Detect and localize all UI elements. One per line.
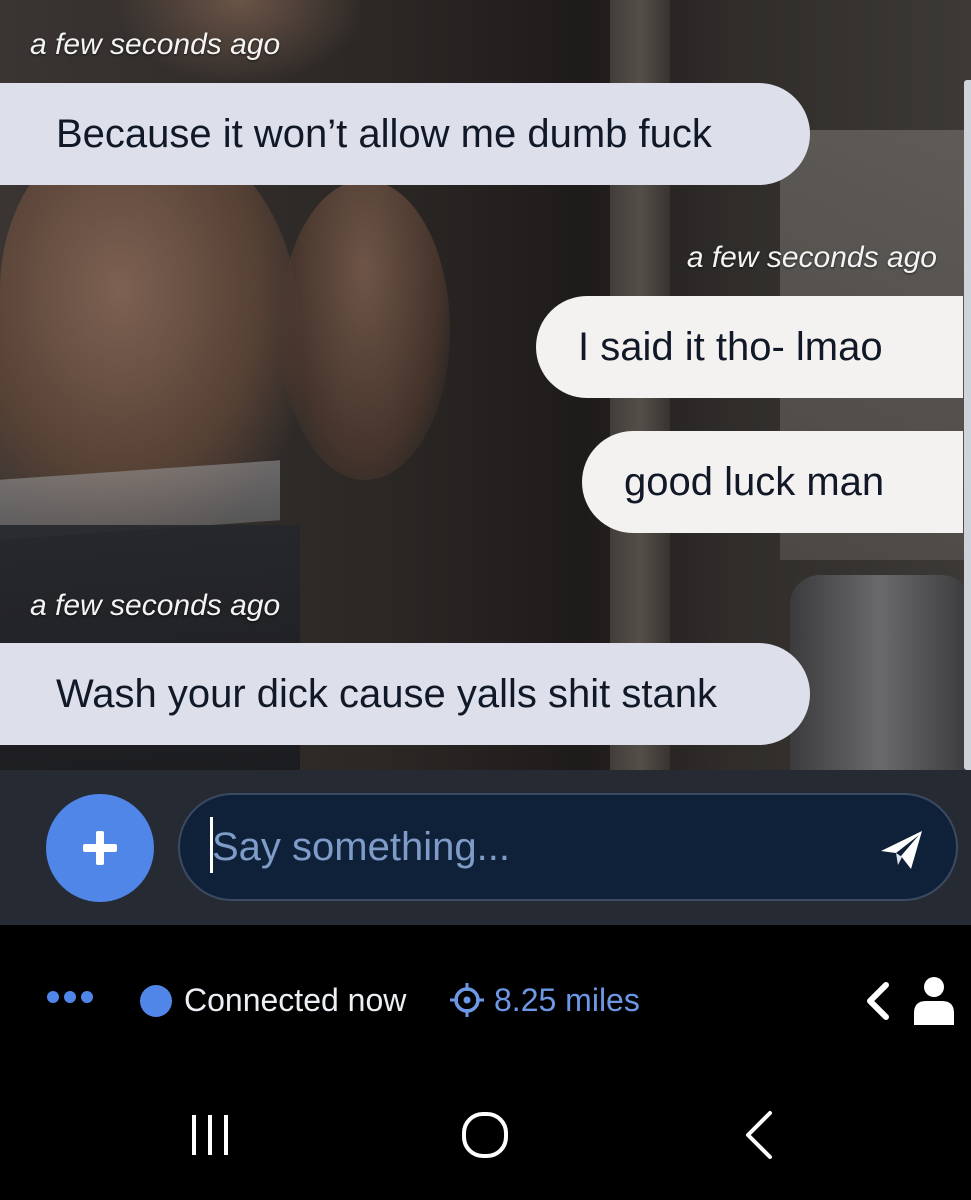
message-timestamp: a few seconds ago [686,241,937,274]
status-bar: Connected now 8.25 miles [0,925,971,1075]
more-dots-icon[interactable] [46,990,94,1004]
message-input-field[interactable] [178,793,958,901]
message-input[interactable] [212,795,852,899]
chat-area[interactable]: a few seconds ago Because it won’t allow… [0,0,971,770]
outgoing-message-bubble[interactable]: good luck man [582,431,963,533]
android-navigation-bar [0,1075,971,1200]
crosshair-icon [450,983,484,1017]
recents-icon[interactable] [186,1113,234,1157]
add-attachment-button[interactable] [46,794,154,902]
online-status-dot [140,985,172,1017]
message-composer [0,770,971,925]
home-icon[interactable] [460,1111,510,1159]
paper-plane-icon[interactable] [878,825,926,873]
back-icon[interactable] [740,1109,776,1161]
connection-status: Connected now [184,982,407,1018]
incoming-message-bubble[interactable]: Because it won’t allow me dumb fuck [0,83,810,185]
chat-scrollbar[interactable] [964,80,971,770]
person-icon[interactable] [912,975,956,1025]
message-timestamp: a few seconds ago [30,589,281,622]
outgoing-message-bubble[interactable]: I said it tho- lmao [536,296,963,398]
plus-icon [83,831,117,865]
distance-label: 8.25 miles [494,982,640,1018]
text-caret [210,817,213,873]
message-timestamp: a few seconds ago [30,28,281,61]
incoming-message-bubble[interactable]: Wash your dick cause yalls shit stank [0,643,810,745]
chevron-left-icon[interactable] [862,980,892,1022]
